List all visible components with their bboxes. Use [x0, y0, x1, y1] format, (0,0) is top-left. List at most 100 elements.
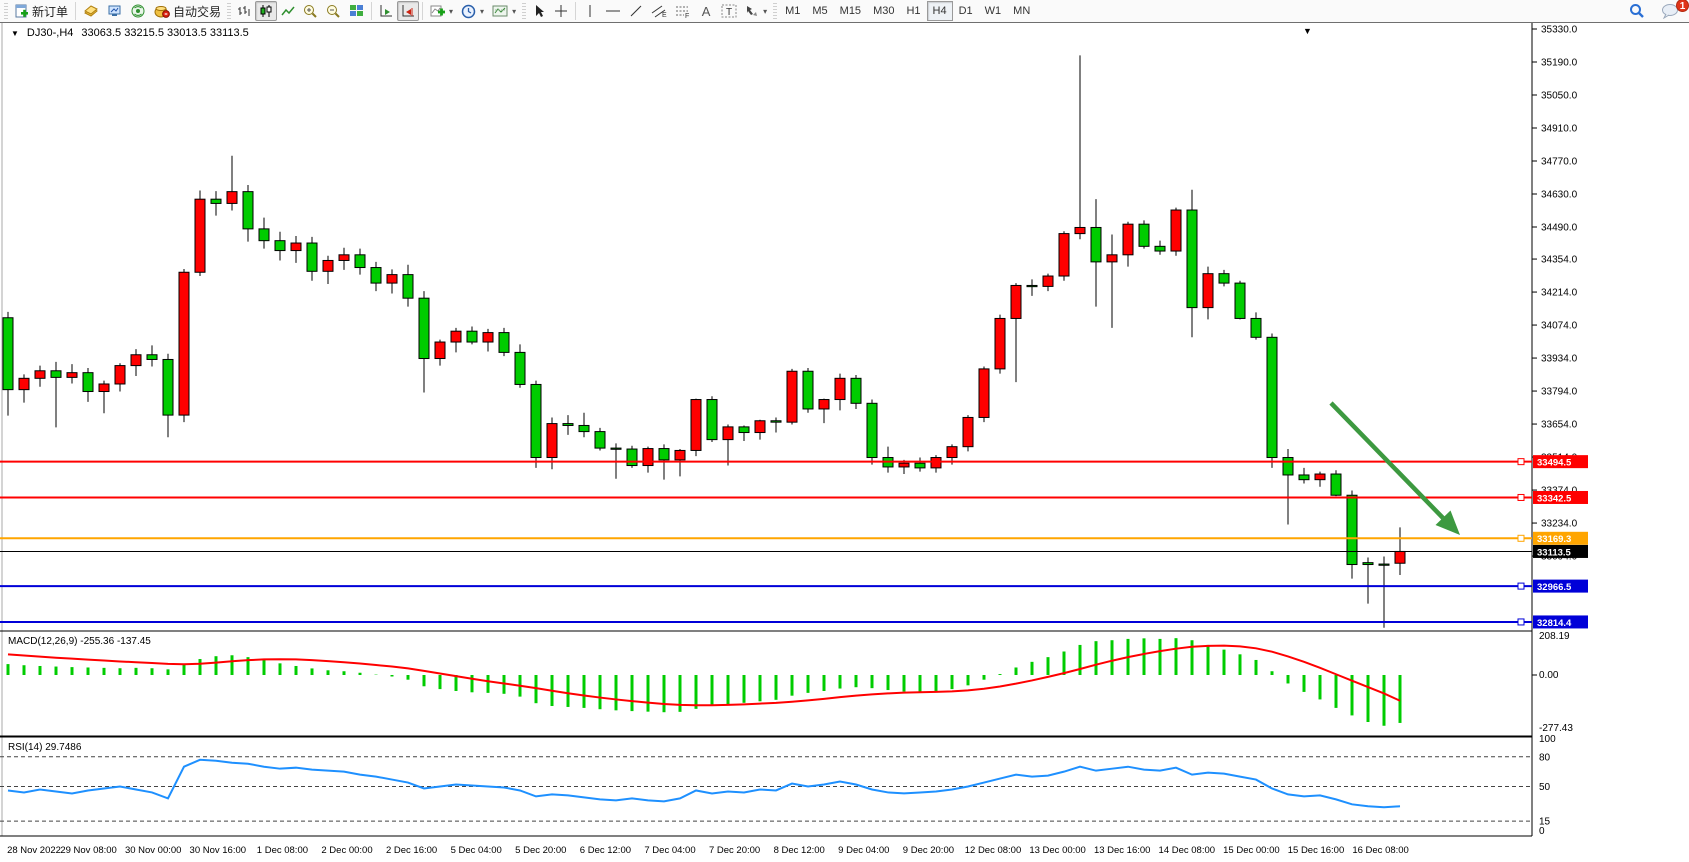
candle-body: [163, 359, 173, 415]
chart-title-bar[interactable]: ▼ DJ30-,H4 33063.5 33215.5 33013.5 33113…: [8, 27, 252, 39]
dropdown-caret: ▾: [449, 7, 453, 16]
zoom-in-button[interactable]: [299, 1, 322, 21]
time-axis-label: 5 Dec 04:00: [451, 845, 502, 856]
crosshair-tool-button[interactable]: [550, 1, 572, 21]
candle-body: [51, 371, 61, 378]
candle-body: [803, 371, 813, 409]
line-anchor-marker[interactable]: [1518, 535, 1524, 541]
add-indicator-icon: [430, 4, 445, 18]
macd-scale-label: -277.43: [1539, 723, 1573, 734]
candle-body: [707, 400, 717, 440]
dropdown-caret: ▾: [512, 7, 516, 16]
line-anchor-marker[interactable]: [1518, 619, 1524, 625]
bar-chart-button[interactable]: [233, 1, 255, 21]
search-button[interactable]: [1625, 1, 1649, 21]
trendline-tool-button[interactable]: [625, 1, 647, 21]
bar-chart-icon: [237, 4, 251, 18]
candle-body: [1027, 285, 1037, 286]
chart-shift-button[interactable]: [397, 1, 419, 21]
tile-windows-button[interactable]: [345, 1, 368, 21]
timeframe-button-H1[interactable]: H1: [900, 1, 926, 21]
candle-body: [403, 275, 413, 299]
text-label-icon: T: [721, 4, 737, 18]
crosshair-icon: [554, 4, 568, 18]
timeframe-button-M15[interactable]: M15: [834, 1, 867, 21]
line-anchor-marker[interactable]: [1518, 494, 1524, 500]
candle-body: [1059, 234, 1069, 276]
candle-body: [1219, 274, 1229, 283]
price-chip-label: 33342.5: [1537, 493, 1572, 504]
cursor-tool-button[interactable]: [528, 1, 550, 21]
price-chip-label: 33494.5: [1537, 457, 1572, 468]
arrows-tool-button[interactable]: ▾: [741, 1, 771, 21]
shapes-icon: [745, 4, 759, 18]
periods-clock-button[interactable]: ▾: [457, 1, 488, 21]
price-tick-label: 33234.0: [1541, 519, 1578, 530]
market-watch-button[interactable]: [79, 1, 103, 21]
dropdown-caret: ▾: [480, 7, 484, 16]
candle-body: [963, 417, 973, 446]
chat-button[interactable]: 1: [1657, 1, 1683, 21]
line-anchor-marker[interactable]: [1518, 583, 1524, 589]
timeframe-button-M1[interactable]: M1: [779, 1, 806, 21]
candlestick-chart-button[interactable]: [255, 1, 277, 21]
navigator-button[interactable]: [103, 1, 127, 21]
zoom-in-icon: [303, 4, 318, 19]
fibonacci-icon: F: [675, 4, 691, 18]
candle-body: [147, 355, 157, 360]
timeframe-button-MN[interactable]: MN: [1007, 1, 1036, 21]
vertical-line-tool-button[interactable]: [579, 1, 601, 21]
chart-symbol-period: DJ30-,H4: [27, 27, 73, 39]
candle-body: [1251, 318, 1261, 337]
candle-body: [467, 331, 477, 342]
text-label-tool-button[interactable]: T: [717, 1, 741, 21]
separator: [422, 2, 423, 20]
timeframe-button-M30[interactable]: M30: [867, 1, 900, 21]
signals-button[interactable]: [127, 1, 150, 21]
candle-body: [627, 449, 637, 465]
candle-body: [1011, 285, 1021, 318]
line-anchor-marker[interactable]: [1518, 459, 1524, 465]
timeframe-button-W1[interactable]: W1: [979, 1, 1008, 21]
price-tick-label: 34490.0: [1541, 222, 1578, 233]
text-tool-button[interactable]: A: [695, 1, 717, 21]
chart-canvas[interactable]: 35330.035190.035050.034910.034770.034630…: [0, 23, 1689, 861]
auto-scroll-button[interactable]: [375, 1, 397, 21]
fibonacci-tool-button[interactable]: F: [671, 1, 695, 21]
candle-body: [787, 371, 797, 422]
channel-tool-button[interactable]: E: [647, 1, 671, 21]
zoom-out-button[interactable]: [322, 1, 345, 21]
candle-body: [595, 432, 605, 448]
candle-body: [35, 371, 45, 379]
one-click-menu-arrow[interactable]: ▼: [1303, 26, 1312, 36]
time-axis-label: 7 Dec 20:00: [709, 845, 760, 856]
toolbar-grip: [773, 3, 777, 19]
new-order-button[interactable]: 新订单: [10, 1, 72, 21]
candle-body: [867, 403, 877, 457]
candle-body: [1123, 224, 1133, 255]
candle-body: [819, 400, 829, 409]
add-indicator-button[interactable]: ▾: [426, 1, 457, 21]
candle-body: [723, 427, 733, 440]
chart-collapse-icon[interactable]: ▼: [11, 29, 19, 38]
autotrading-button[interactable]: 自动交易: [150, 1, 225, 21]
candle-body: [1283, 458, 1293, 475]
candle-body: [1315, 474, 1325, 480]
timeframe-button-M5[interactable]: M5: [806, 1, 833, 21]
auto-scroll-icon: [379, 4, 393, 18]
candle-body: [563, 424, 573, 426]
candle-body: [691, 400, 701, 451]
timeframe-button-H4[interactable]: H4: [927, 1, 953, 21]
price-tick-label: 34214.0: [1541, 288, 1578, 299]
notification-badge: 1: [1676, 0, 1689, 12]
zoom-out-icon: [326, 4, 341, 19]
timeframe-button-D1[interactable]: D1: [953, 1, 979, 21]
tile-windows-icon: [349, 4, 364, 18]
macd-scale-label: 208.19: [1539, 631, 1570, 642]
line-chart-button[interactable]: [277, 1, 299, 21]
horizontal-line-tool-button[interactable]: [601, 1, 625, 21]
line-chart-icon: [281, 4, 295, 18]
text-tool-icon: A: [702, 4, 711, 19]
template-button[interactable]: ▾: [488, 1, 520, 21]
candle-body: [275, 241, 285, 251]
